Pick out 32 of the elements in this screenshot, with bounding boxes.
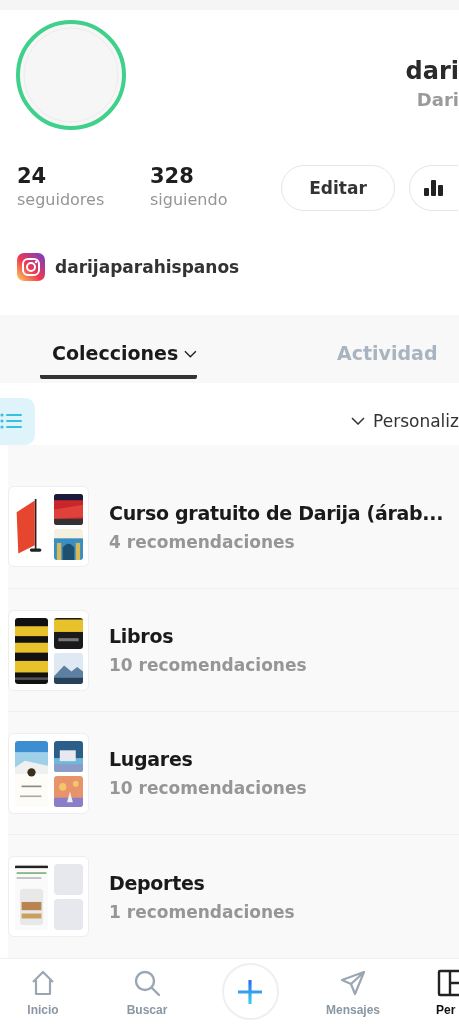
stat-count[interactable]: 24 — [17, 163, 47, 189]
sort-dropdown[interactable]: Personaliz — [351, 411, 459, 431]
instagram-link[interactable]: darijaparahispanos — [55, 257, 240, 277]
instagram-icon[interactable] — [17, 253, 45, 281]
thumbnail-card[interactable] — [8, 856, 89, 937]
bar-chart-icon — [424, 180, 444, 196]
thumbnail-card[interactable] — [8, 486, 89, 567]
collection-title[interactable]: Deportes — [109, 869, 295, 896]
stat-count[interactable]: 328 — [150, 163, 194, 189]
collection-title[interactable]: Libros — [109, 623, 307, 649]
search-icon — [133, 969, 161, 997]
placeholder-tile — [54, 864, 83, 895]
thumbnail-card[interactable] — [8, 732, 89, 814]
stats-button[interactable] — [409, 165, 458, 211]
placeholder-tile — [54, 899, 83, 930]
collection-title[interactable]: Curso gratuito de Darija (árab... — [109, 499, 444, 526]
thumbnail-card[interactable] — [8, 609, 89, 691]
chevron-down-icon — [351, 417, 366, 425]
paper-plane-icon — [339, 969, 367, 997]
recommendation-count: 10 recomendaciones — [109, 777, 307, 800]
nav-tab[interactable]: Per — [414, 959, 459, 1017]
plus-icon — [238, 979, 262, 1004]
display-name: Dari — [416, 88, 459, 112]
recommendation-count: 1 recomendaciones — [109, 900, 295, 924]
recommendation-count: 10 recomendaciones — [109, 654, 307, 677]
list-icon — [0, 413, 22, 429]
collection-title[interactable]: Lugares — [109, 746, 307, 772]
recommendation-count: 4 recomendaciones — [109, 530, 296, 554]
username: dari — [405, 57, 459, 85]
edit-button[interactable]: Editar — [281, 165, 395, 211]
panel-icon — [436, 969, 459, 997]
tab[interactable]: Colecciones — [40, 327, 197, 379]
